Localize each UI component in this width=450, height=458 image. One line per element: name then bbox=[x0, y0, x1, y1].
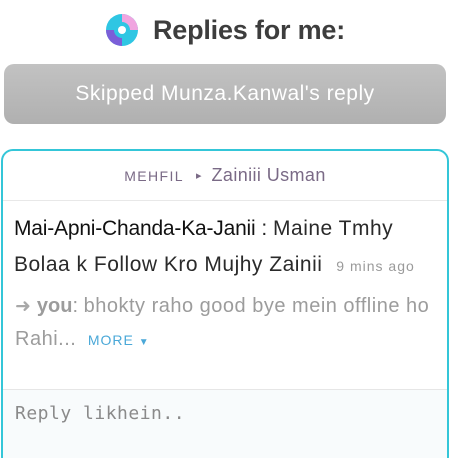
previous-author: you bbox=[36, 295, 73, 317]
page-header: Replies for me: bbox=[0, 8, 450, 52]
sender-name-link[interactable]: Mai-Apni-Chanda-Ka-Janii bbox=[14, 217, 256, 240]
previous-text: bhokty raho good bye mein offline ho Rah… bbox=[15, 295, 430, 350]
reply-arrow-icon: ➜ bbox=[15, 296, 31, 317]
reply-input[interactable] bbox=[3, 389, 447, 458]
message-colon: : bbox=[261, 217, 268, 240]
more-button[interactable]: MORE ▼ bbox=[88, 332, 150, 348]
skip-reply-button[interactable]: Skipped Munza.Kanwal's reply bbox=[4, 64, 446, 124]
recipient-link[interactable]: Zainiii Usman bbox=[212, 165, 326, 186]
separator-arrow-icon: ▸ bbox=[195, 170, 202, 182]
previous-reply: ➜ you: bhokty raho good bye mein offline … bbox=[3, 284, 447, 359]
reply-card: MEHFIL ▸ Zainiii Usman Mai-Apni-Chanda-K… bbox=[1, 149, 449, 458]
skip-reply-label: Skipped Munza.Kanwal's reply bbox=[75, 82, 375, 105]
message: Mai-Apni-Chanda-Ka-Janii : Maine Tmhy Bo… bbox=[3, 201, 447, 284]
group-link[interactable]: MEHFIL bbox=[124, 168, 184, 184]
caret-down-icon: ▼ bbox=[138, 337, 150, 348]
circular-swirl-logo-icon bbox=[105, 14, 138, 46]
card-header: MEHFIL ▸ Zainiii Usman bbox=[3, 151, 447, 201]
previous-colon: : bbox=[72, 295, 79, 317]
page-title: Replies for me: bbox=[152, 14, 346, 45]
more-label: MORE bbox=[87, 332, 134, 348]
message-timestamp: 9 mins ago bbox=[336, 258, 415, 274]
